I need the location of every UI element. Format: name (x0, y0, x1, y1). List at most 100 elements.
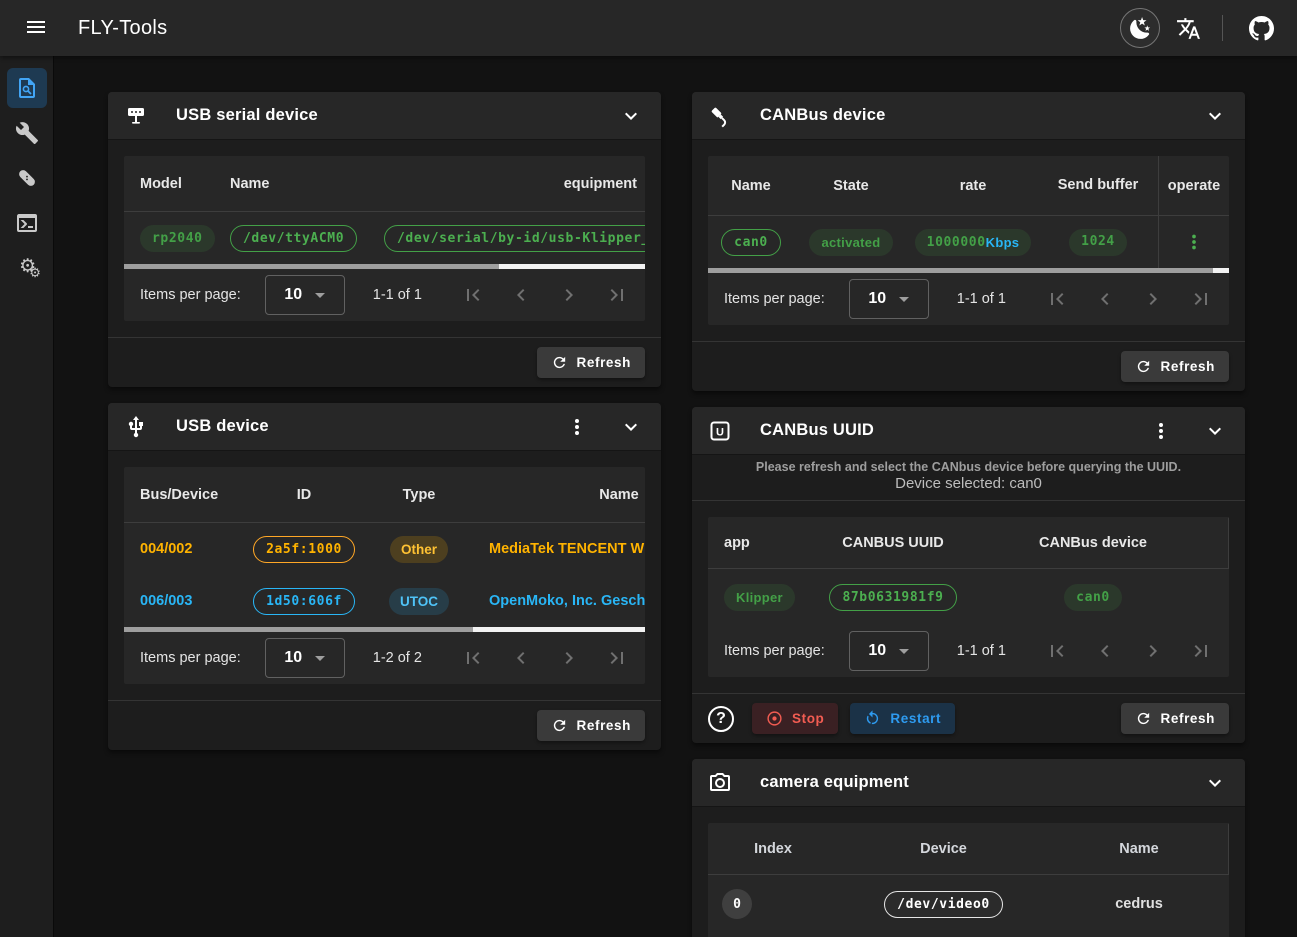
page-range: 1-1 of 1 (373, 287, 422, 303)
refresh-icon (1135, 710, 1152, 727)
column-header: app (708, 535, 808, 551)
camera-icon (708, 771, 732, 795)
send-buffer-chip: 1024 (1069, 229, 1127, 256)
collapse-button[interactable] (613, 409, 649, 445)
column-header: Name (1049, 841, 1229, 857)
refresh-button[interactable]: Refresh (1121, 703, 1229, 734)
next-page-button[interactable] (545, 640, 593, 676)
items-per-page-select[interactable]: 10 (849, 279, 929, 319)
first-page-button[interactable] (449, 640, 497, 676)
prev-page-button[interactable] (497, 277, 545, 313)
next-page-icon (557, 646, 581, 670)
column-header: Name (474, 487, 645, 503)
column-header: Index (708, 841, 838, 857)
sidebar-item-tools[interactable] (7, 113, 47, 153)
sidebar-item-terminal[interactable] (7, 203, 47, 243)
index-chip: 0 (722, 889, 752, 919)
next-page-icon (1141, 287, 1165, 311)
canbus-uuid-table: app CANBUS UUID CANBus device Klipper 87… (708, 517, 1229, 677)
card-title: CANBus device (760, 106, 885, 125)
column-header: equipment (384, 176, 645, 192)
first-page-button[interactable] (449, 277, 497, 313)
column-header: Name (230, 176, 384, 192)
next-page-button[interactable] (545, 277, 593, 313)
kebab-menu-icon (565, 415, 589, 439)
sidebar-item-device-query[interactable] (7, 68, 47, 108)
first-page-icon (1045, 639, 1069, 663)
prev-page-icon (1093, 639, 1117, 663)
sidebar-item-flash[interactable] (7, 158, 47, 198)
hint-line: Please refresh and select the CANbus dev… (702, 460, 1235, 474)
hamburger-menu-button[interactable] (20, 12, 52, 44)
row-operate-menu[interactable] (1183, 231, 1205, 253)
stop-icon (766, 710, 783, 727)
first-page-button[interactable] (1033, 633, 1081, 669)
last-page-button[interactable] (1177, 281, 1225, 317)
refresh-button[interactable]: Refresh (537, 710, 645, 741)
console-icon (15, 211, 39, 235)
kebab-menu-button[interactable] (1143, 413, 1179, 449)
camera-table: Index Device Name 0 /dev/video0 cedrus I… (708, 823, 1229, 937)
page-range: 1-2 of 2 (373, 650, 422, 666)
restart-button[interactable]: Restart (850, 703, 955, 734)
serial-port-icon (124, 104, 148, 128)
last-page-button[interactable] (1177, 633, 1225, 669)
refresh-icon (551, 717, 568, 734)
kebab-menu-icon (1183, 231, 1205, 253)
refresh-button[interactable]: Refresh (537, 347, 645, 378)
last-page-icon (605, 646, 629, 670)
canbus-uuid-card: U CANBus UUID Please refresh and select … (692, 407, 1245, 743)
refresh-button[interactable]: Refresh (1121, 351, 1229, 382)
equipment-chip: /dev/serial/by-id/usb-Klipper_rp2040 (384, 225, 645, 252)
help-button[interactable]: ? (708, 706, 734, 732)
column-header: Model (124, 176, 230, 192)
top-app-bar: FLY-Tools (0, 0, 1297, 56)
chevron-down-icon (1203, 771, 1227, 795)
horizontal-scrollbar[interactable] (124, 264, 645, 269)
horizontal-scrollbar[interactable] (708, 268, 1229, 273)
next-page-button[interactable] (1129, 281, 1177, 317)
prev-page-icon (509, 646, 533, 670)
collapse-button[interactable] (1197, 98, 1233, 134)
collapse-button[interactable] (1197, 765, 1233, 801)
items-per-page-label: Items per page: (724, 643, 825, 659)
items-per-page-select[interactable]: 10 (849, 631, 929, 671)
can-device-chip: can0 (1064, 584, 1122, 611)
column-header: Type (364, 487, 474, 503)
kebab-menu-button[interactable] (559, 409, 595, 445)
horizontal-scrollbar[interactable] (124, 627, 645, 632)
menu-icon (24, 15, 48, 39)
page-range: 1-1 of 1 (957, 643, 1006, 659)
refresh-icon (1135, 358, 1152, 375)
translate-button[interactable] (1168, 8, 1208, 48)
items-per-page-select[interactable]: 10 (265, 275, 345, 315)
last-page-button[interactable] (593, 640, 641, 676)
collapse-button[interactable] (1197, 413, 1233, 449)
prev-page-button[interactable] (497, 640, 545, 676)
github-link[interactable] (1241, 8, 1281, 48)
prev-page-icon (509, 283, 533, 307)
chevron-down-icon (619, 104, 643, 128)
dark-mode-toggle[interactable] (1120, 8, 1160, 48)
bandage-icon (15, 166, 39, 190)
prev-page-icon (1093, 287, 1117, 311)
stop-button[interactable]: Stop (752, 703, 838, 734)
items-per-page-select[interactable]: 10 (265, 638, 345, 678)
prev-page-button[interactable] (1081, 281, 1129, 317)
prev-page-button[interactable] (1081, 633, 1129, 669)
collapse-button[interactable] (613, 98, 649, 134)
next-page-button[interactable] (1129, 633, 1177, 669)
restart-icon (864, 710, 881, 727)
help-icon: ? (716, 710, 726, 728)
translate-icon (1176, 16, 1201, 41)
usb-id-chip: 1d50:606f (253, 588, 355, 615)
card-title: CANBus UUID (760, 421, 874, 440)
first-page-button[interactable] (1033, 281, 1081, 317)
camera-name: cedrus (1049, 896, 1229, 912)
last-page-button[interactable] (593, 277, 641, 313)
sidebar-item-settings[interactable]: ⚙⚙ (7, 248, 47, 288)
wrench-icon (15, 121, 39, 145)
column-header: CANBUS UUID (808, 535, 978, 551)
model-chip: rp2040 (140, 225, 215, 252)
canbus-device-table: Name State rate Send buffer operate can0… (708, 156, 1229, 325)
